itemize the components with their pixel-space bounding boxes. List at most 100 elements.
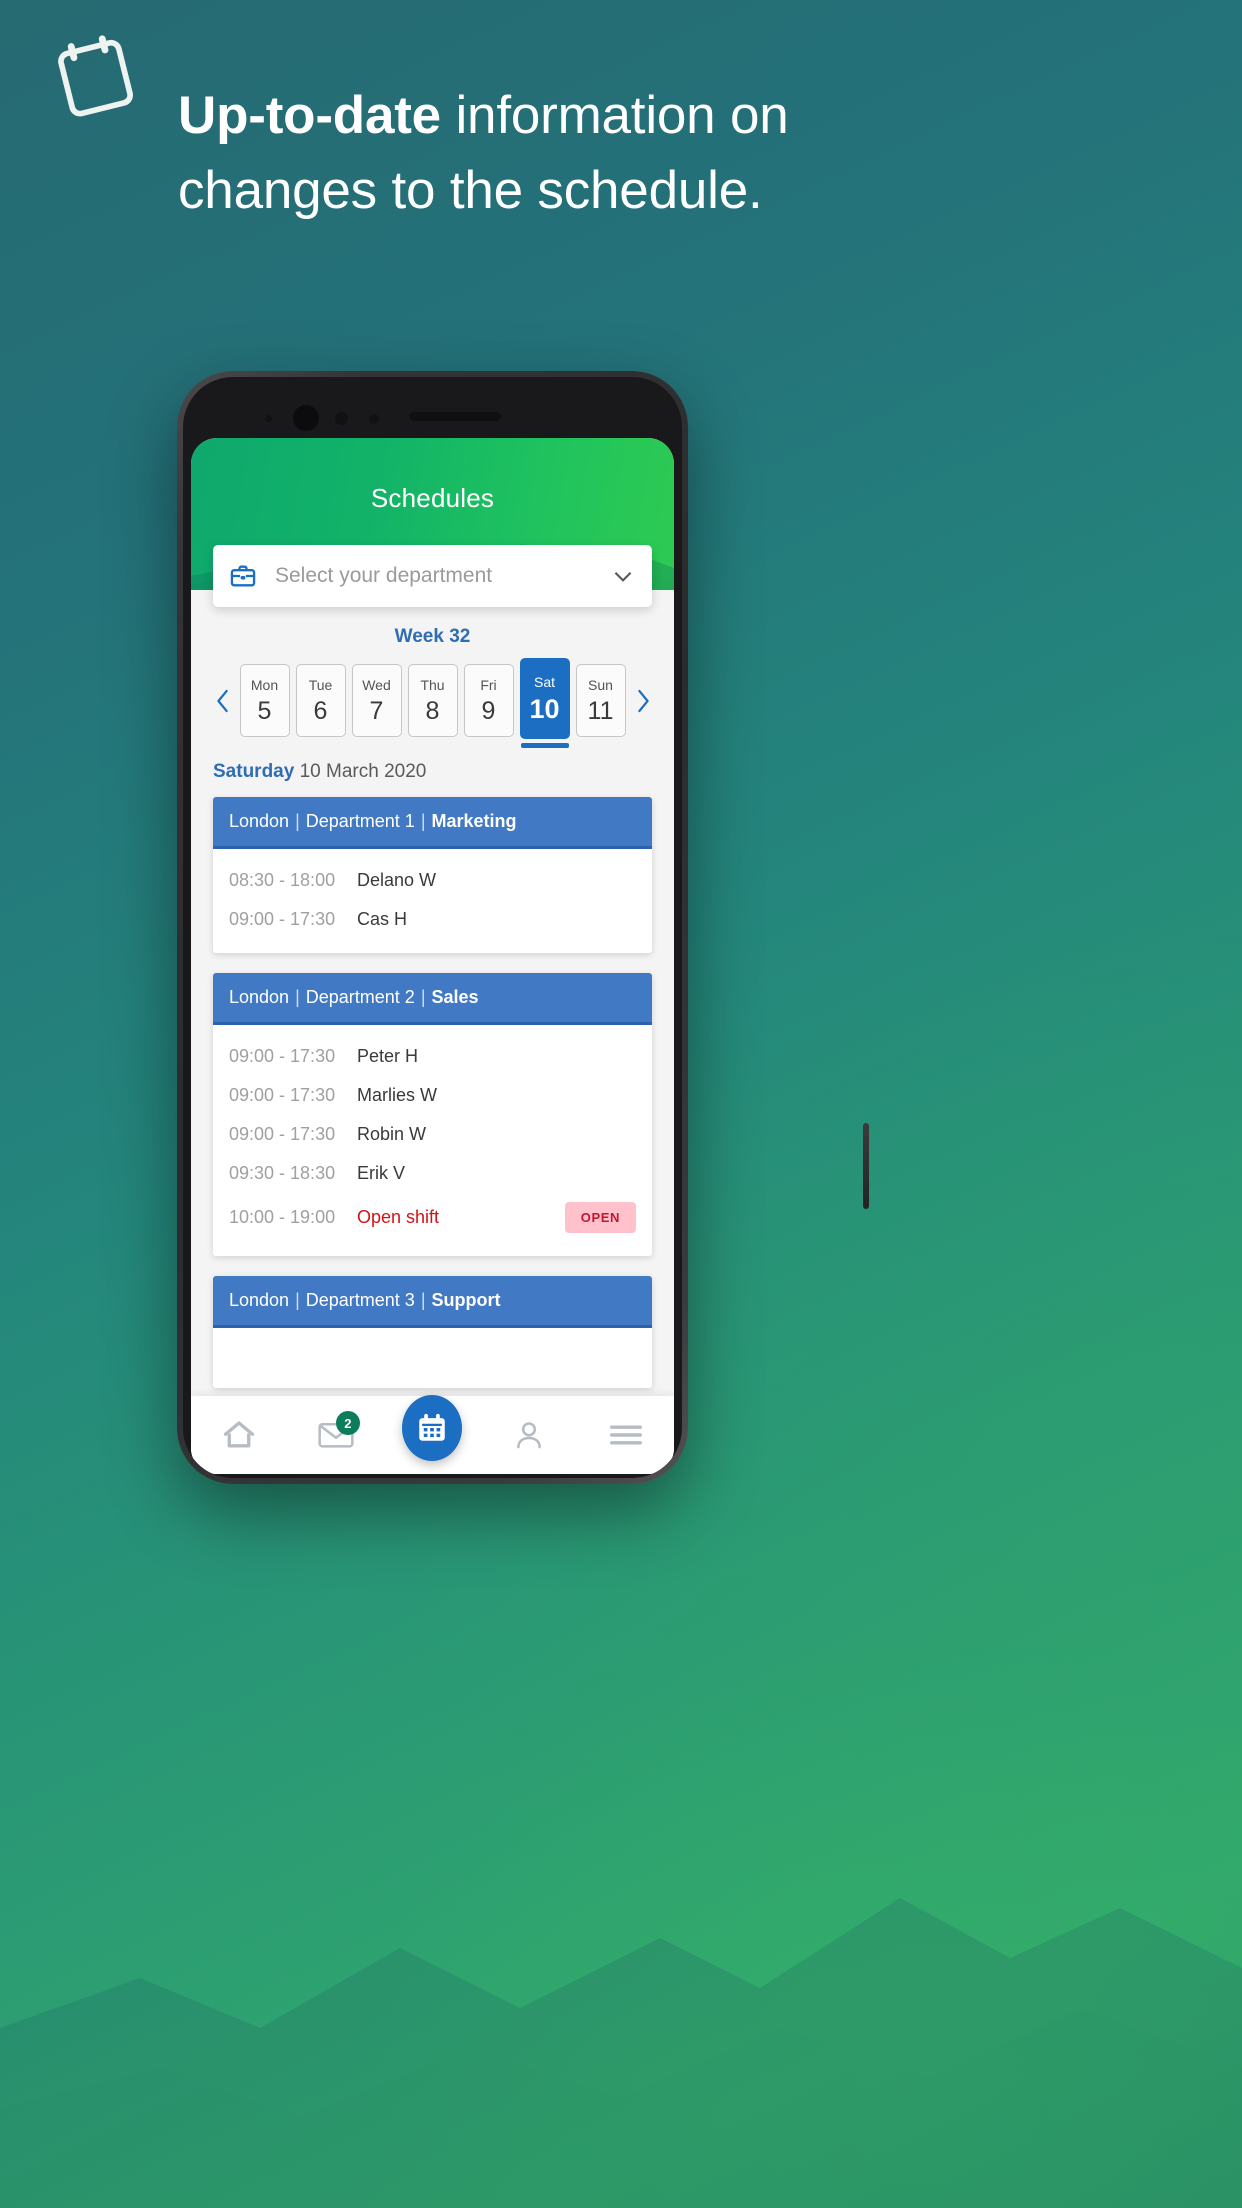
app-screen: Schedules Select your department Week 32… (191, 438, 674, 1474)
day-tile-dow: Sun (588, 676, 613, 693)
chevron-left-icon[interactable] (212, 686, 234, 716)
table-row[interactable]: 09:30 - 18:30 Erik V (229, 1154, 636, 1193)
day-tile-dow: Fri (480, 676, 497, 693)
day-tile-dow: Wed (362, 676, 391, 693)
briefcase-icon (229, 562, 257, 590)
card-location: London (229, 811, 290, 831)
phone-sensors (183, 399, 682, 439)
schedule-card[interactable]: London | Department 2 | Sales 09:00 - 17:30 … (213, 973, 652, 1256)
card-separator: | (420, 1290, 426, 1310)
chevron-right-icon[interactable] (632, 686, 654, 716)
table-row[interactable]: 08:30 - 18:00 Delano W (229, 861, 636, 900)
department-placeholder: Select your department (275, 564, 493, 587)
table-row[interactable]: 09:00 - 17:30 Marlies W (229, 1076, 636, 1115)
table-row[interactable]: 09:00 - 17:30 Cas H (229, 900, 636, 939)
table-row-open-shift[interactable]: 10:00 - 19:00 Open shift OPEN (229, 1193, 636, 1242)
earpiece-speaker (409, 412, 501, 421)
card-team: Marketing (431, 811, 517, 831)
shift-rows: 09:00 - 17:30 Peter H 09:00 - 17:30 Marl… (213, 1025, 652, 1256)
day-tile-fri[interactable]: Fri 9 (463, 664, 514, 737)
shift-time: 09:30 - 18:30 (229, 1163, 336, 1183)
card-separator: | (420, 811, 426, 831)
calendar-icon[interactable] (402, 1395, 463, 1461)
front-camera-icon (293, 405, 319, 431)
day-selector[interactable]: Mon 5 Tue 6 Wed 7 Thu 8 Fri 9 Sat 10 Sun… (191, 658, 674, 748)
app-body: Week 32 Mon 5 Tue 6 Wed 7 Thu 8 Fri 9 Sa… (191, 590, 674, 1474)
day-tile-num: 9 (481, 696, 496, 725)
headline-emphasis: Up-to-date (178, 86, 441, 145)
shift-employee: Marlies W (357, 1085, 437, 1105)
day-tile-mon[interactable]: Mon 5 (239, 664, 290, 737)
day-tile-tue[interactable]: Tue 6 (295, 664, 346, 737)
shift-employee: Cas H (357, 909, 408, 929)
bottom-navigation: 2 (191, 1395, 674, 1474)
card-location: London (229, 987, 290, 1007)
shift-employee: Peter H (357, 1046, 419, 1066)
day-tile-dow: Tue (308, 676, 333, 693)
card-separator: | (420, 987, 426, 1007)
schedule-card-header: London | Department 2 | Sales (213, 973, 652, 1025)
day-tile-num: 11 (587, 696, 614, 725)
schedule-card[interactable]: London | Department 3 | Support (213, 1276, 652, 1388)
shift-time: 10:00 - 19:00 (229, 1207, 336, 1227)
day-tile-dow: Mon (250, 676, 279, 693)
day-tile-dow: Sat (533, 673, 555, 690)
shift-employee: Open shift (357, 1207, 440, 1227)
phone-screen-bezel: Schedules Select your department Week 32… (183, 377, 682, 1478)
card-department: Department 3 (305, 1290, 415, 1310)
shift-rows (213, 1328, 652, 1388)
shift-time: 09:00 - 17:30 (229, 1124, 336, 1144)
card-department: Department 2 (305, 987, 415, 1007)
shift-time: 09:00 - 17:30 (229, 1046, 336, 1066)
schedule-card[interactable]: London | Department 1 | Marketing 08:30 - 18… (213, 797, 652, 953)
nav-item-home[interactable] (209, 1407, 269, 1463)
status-badge[interactable]: OPEN (564, 1202, 636, 1233)
day-tile-sat-selected[interactable]: Sat 10 (519, 658, 570, 748)
day-tile-num: 6 (313, 696, 328, 725)
card-department: Department 1 (305, 811, 415, 831)
shift-time: 08:30 - 18:00 (229, 870, 336, 890)
sensor-dot-1 (265, 415, 272, 422)
message-count-badge: 2 (335, 1411, 360, 1435)
calendar-icon (49, 28, 140, 124)
day-tile-dow: Thu (420, 676, 445, 693)
chevron-down-icon[interactable] (610, 563, 636, 589)
card-location: London (229, 1290, 290, 1310)
card-separator: | (295, 987, 300, 1007)
phone-mockup: Schedules Select your department Week 32… (177, 371, 869, 1484)
promo-stage: Up-to-date information on changes to the… (0, 0, 1242, 2208)
schedule-card-header: London | Department 1 | Marketing (213, 797, 652, 849)
day-tile-wed[interactable]: Wed 7 (351, 664, 402, 737)
day-tile-num: 10 (529, 693, 560, 724)
nav-item-profile[interactable] (499, 1407, 559, 1463)
day-tile-num: 7 (369, 696, 384, 725)
department-select[interactable]: Select your department (213, 545, 652, 607)
card-team: Sales (431, 987, 479, 1007)
schedule-card-list: London | Department 1 | Marketing 08:30 - 18… (191, 797, 674, 1388)
table-row[interactable]: 09:00 - 17:30 Robin W (229, 1115, 636, 1154)
table-row[interactable]: 09:00 - 17:30 Peter H (229, 1037, 636, 1076)
person-icon (512, 1418, 546, 1452)
card-separator: | (295, 1290, 300, 1310)
selected-date-rest: 10 March 2020 (294, 761, 427, 782)
nav-item-schedule-active[interactable] (402, 1395, 463, 1463)
selected-date-label: Saturday 10 March 2020 (213, 761, 674, 783)
app-title: Schedules (370, 483, 495, 513)
shift-rows: 08:30 - 18:00 Delano W 09:00 - 17:30 Cas… (213, 849, 652, 953)
day-tile-sun[interactable]: Sun 11 (575, 664, 626, 737)
page-title: Up-to-date information on changes to the… (178, 78, 828, 228)
nav-item-menu[interactable] (596, 1407, 656, 1463)
shift-employee: Erik V (357, 1163, 406, 1183)
day-tile-thu[interactable]: Thu 8 (407, 664, 458, 737)
shift-time: 09:00 - 17:30 (229, 1085, 336, 1105)
day-tile-num: 8 (425, 696, 440, 725)
home-icon (221, 1417, 257, 1453)
schedule-card-header: London | Department 3 | Support (213, 1276, 652, 1328)
card-separator: | (295, 811, 300, 831)
menu-icon (609, 1422, 643, 1448)
power-button[interactable] (863, 1123, 869, 1209)
shift-employee: Delano W (357, 870, 437, 890)
shift-employee: Robin W (357, 1124, 427, 1144)
nav-item-messages[interactable]: 2 (306, 1407, 366, 1463)
selected-date-dayname: Saturday (213, 761, 295, 782)
